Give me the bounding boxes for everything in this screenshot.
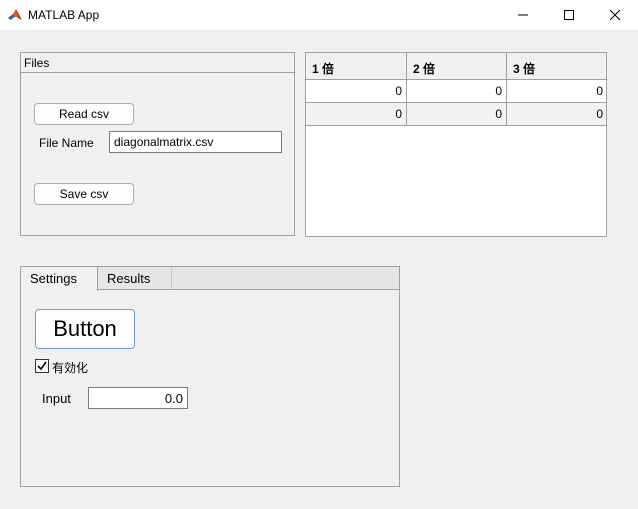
files-panel-header: Files — [21, 53, 294, 73]
table-cell[interactable]: 0 — [507, 80, 607, 102]
data-table[interactable]: 1 倍 2 倍 3 倍 0 0 0 0 0 0 — [305, 52, 607, 237]
maximize-button[interactable] — [546, 0, 592, 30]
tab-group: Settings Results Button 有効化 Input 0.0 — [20, 266, 400, 487]
numeric-input-field[interactable]: 0.0 — [88, 387, 188, 409]
table-cell[interactable]: 0 — [507, 103, 607, 125]
close-button[interactable] — [592, 0, 638, 30]
tab-results[interactable]: Results — [98, 267, 172, 290]
checkmark-icon — [37, 361, 47, 371]
file-name-field[interactable] — [109, 131, 282, 153]
minimize-button[interactable] — [500, 0, 546, 30]
close-icon — [609, 9, 621, 21]
files-panel: Files Read csv File Name Save csv — [20, 52, 295, 236]
table-cell[interactable]: 0 — [407, 80, 507, 102]
tab-settings[interactable]: Settings — [21, 267, 98, 291]
enable-checkbox[interactable] — [35, 359, 49, 373]
tab-strip: Settings Results — [21, 267, 399, 291]
column-header[interactable]: 1 倍 — [306, 53, 407, 79]
table-cell[interactable]: 0 — [306, 80, 407, 102]
column-header[interactable]: 3 倍 — [507, 53, 607, 79]
minimize-icon — [518, 14, 528, 16]
save-csv-button[interactable]: Save csv — [34, 183, 134, 205]
maximize-icon — [564, 10, 574, 20]
main-button[interactable]: Button — [35, 309, 135, 349]
table-row: 0 0 0 — [306, 103, 606, 126]
window-title: MATLAB App — [28, 8, 100, 22]
input-label: Input — [42, 391, 71, 406]
file-name-label: File Name — [39, 136, 94, 150]
table-cell[interactable]: 0 — [407, 103, 507, 125]
title-bar: MATLAB App — [0, 0, 638, 30]
table-header: 1 倍 2 倍 3 倍 — [306, 53, 606, 80]
matlab-logo-icon — [7, 7, 23, 23]
read-csv-button[interactable]: Read csv — [34, 103, 134, 125]
table-row: 0 0 0 — [306, 80, 606, 103]
table-cell[interactable]: 0 — [306, 103, 407, 125]
column-header[interactable]: 2 倍 — [407, 53, 507, 79]
files-panel-title: Files — [24, 56, 50, 70]
enable-checkbox-label: 有効化 — [52, 361, 89, 375]
